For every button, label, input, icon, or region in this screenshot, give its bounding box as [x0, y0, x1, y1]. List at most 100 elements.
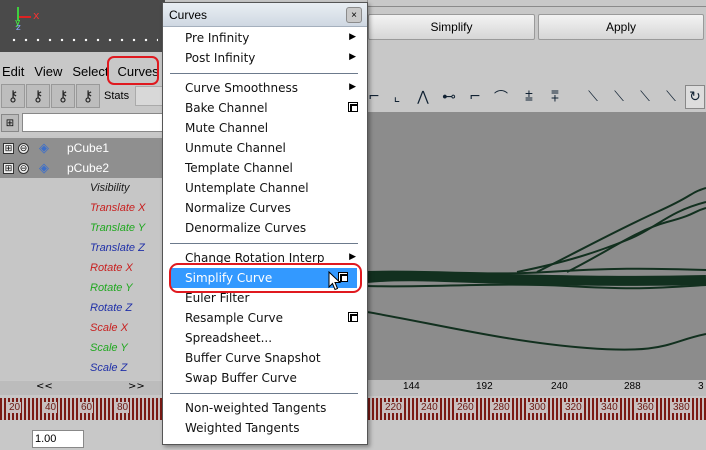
attribute-rotate-y[interactable]: Rotate Y — [90, 282, 133, 294]
menu-view[interactable]: View — [34, 64, 62, 79]
cube-icon: ◈ — [39, 140, 49, 155]
outliner-toolbar: ⚷ ⚷ ⚷ ⚷ Stats — [0, 84, 165, 110]
timeline-label: 240 — [420, 402, 439, 413]
attribute-rotate-x[interactable]: Rotate X — [90, 262, 133, 274]
menu-item-denormalize-curves[interactable]: Denormalize Curves — [163, 218, 367, 238]
stats-field[interactable] — [135, 86, 165, 106]
attribute-rotate-z[interactable]: Rotate Z — [90, 302, 132, 314]
filter-icon[interactable]: ⊞ — [1, 114, 19, 132]
menu-item-unmute-channel[interactable]: Unmute Channel — [163, 138, 367, 158]
ruler-tick: 192 — [476, 381, 493, 392]
menu-separator — [170, 393, 358, 394]
menu-item-label: Denormalize Curves — [185, 221, 307, 235]
key-tool-icon[interactable]: ⚷ — [1, 84, 25, 108]
object-row-pcube2[interactable]: ⊞ ⊖ ◈ pCube2 — [0, 158, 165, 178]
menu-item-swap-buffer-curve[interactable]: Swap Buffer Curve — [163, 368, 367, 388]
menu-item-label: Untemplate Channel — [185, 181, 309, 195]
outliner-nav-row: << >> — [0, 381, 165, 395]
expand-icon[interactable]: ⊞ — [3, 162, 14, 174]
apply-button[interactable]: Apply — [538, 14, 704, 40]
attribute-scale-x[interactable]: Scale X — [90, 322, 128, 334]
menu-item-label: Weighted Tangents — [185, 421, 300, 435]
stepped-tangent-icon[interactable]: ⌐ — [463, 85, 487, 109]
collapse-icon[interactable]: ⊖ — [18, 142, 29, 154]
cube-icon: ◈ — [39, 160, 49, 175]
attribute-translate-z[interactable]: Translate Z — [90, 242, 145, 254]
divider — [368, 6, 706, 7]
menu-item-weighted-tangents[interactable]: Weighted Tangents — [163, 418, 367, 438]
curves-menu-popup: Curves × Pre Infinity ▶ Post Infinity ▶ Curv… — [162, 2, 368, 445]
tangent-icon[interactable]: ⌐ — [367, 85, 381, 109]
submenu-arrow-icon: ▶ — [349, 82, 356, 92]
timeline-label: 220 — [384, 402, 403, 413]
free-weight-icon[interactable]: ⟍ — [607, 85, 631, 109]
menu-item-post-infinity[interactable]: Post Infinity ▶ — [163, 48, 367, 68]
refresh-icon[interactable]: ↻ — [685, 85, 705, 109]
attribute-translate-x[interactable]: Translate X — [90, 202, 145, 214]
outliner-filter-row: ⊞ — [0, 112, 165, 134]
lock-weight-icon[interactable]: ⟍ — [581, 85, 605, 109]
submenu-arrow-icon: ▶ — [349, 52, 356, 62]
popup-title-bar: Curves × — [163, 3, 367, 27]
menu-item-normalize-curves[interactable]: Normalize Curves — [163, 198, 367, 218]
menu-item-label: Resample Curve — [185, 311, 284, 325]
menu-item-mute-channel[interactable]: Mute Channel — [163, 118, 367, 138]
option-box-icon[interactable] — [348, 312, 358, 322]
viewport-thumbnail: x y z — [0, 0, 165, 52]
menu-item-label: Post Infinity — [185, 51, 256, 65]
menu-item-pre-infinity[interactable]: Pre Infinity ▶ — [163, 28, 367, 48]
object-row-pcube1[interactable]: ⊞ ⊖ ◈ pCube1 — [0, 138, 165, 158]
submenu-arrow-icon: ▶ — [349, 32, 356, 42]
curve-rising-2 — [536, 187, 706, 273]
ruler-tick: 288 — [624, 381, 641, 392]
axis-x-line — [19, 16, 31, 18]
attribute-scale-y[interactable]: Scale Y — [90, 342, 128, 354]
menu-item-label: Buffer Curve Snapshot — [185, 351, 321, 365]
curve-upper — [367, 267, 706, 275]
simplify-button[interactable]: Simplify — [368, 14, 535, 40]
close-icon[interactable]: × — [346, 7, 362, 23]
attribute-visibility[interactable]: Visibility — [90, 182, 130, 194]
timeline-label: 260 — [456, 402, 475, 413]
attribute-translate-y[interactable]: Translate Y — [90, 222, 145, 234]
start-time-field[interactable] — [32, 430, 84, 448]
curves-menu-highlight-ring — [107, 56, 159, 85]
menu-item-label: Curve Smoothness — [185, 81, 299, 95]
outliner-filter-input[interactable] — [22, 113, 165, 132]
add-key-icon[interactable]: ⚷ — [51, 84, 75, 108]
stats-label: Stats — [104, 90, 130, 102]
menu-item-spreadsheet[interactable]: Spreadsheet... — [163, 328, 367, 348]
menu-item-buffer-curve-snapshot[interactable]: Buffer Curve Snapshot — [163, 348, 367, 368]
menu-item-untemplate-channel[interactable]: Untemplate Channel — [163, 178, 367, 198]
nav-prev-button[interactable]: << — [36, 381, 53, 392]
spline-tangent-icon[interactable]: ⌞ — [385, 85, 409, 109]
object-name: pCube1 — [67, 141, 110, 155]
graph-canvas[interactable] — [367, 112, 706, 380]
menu-item-template-channel[interactable]: Template Channel — [163, 158, 367, 178]
linear-tangent-icon[interactable]: ⋀ — [411, 85, 435, 109]
curve-end-icon[interactable]: ⟍ — [659, 85, 683, 109]
option-box-icon[interactable] — [348, 102, 358, 112]
clamped-tangent-icon[interactable]: ⊷ — [437, 85, 461, 109]
attribute-scale-z[interactable]: Scale Z — [90, 362, 127, 374]
plateau-tangent-icon[interactable]: ⌒ — [489, 85, 513, 109]
menu-item-curve-smoothness[interactable]: Curve Smoothness ▶ — [163, 78, 367, 98]
menu-item-label: Bake Channel — [185, 101, 268, 115]
weighted-tangent-icon[interactable]: ⟍ — [633, 85, 657, 109]
timeline-label: 20 — [8, 402, 22, 413]
ruler-tick: 3 — [698, 381, 704, 392]
nav-next-button[interactable]: >> — [128, 381, 145, 392]
ruler-tick: 240 — [551, 381, 568, 392]
expand-icon[interactable]: ⊞ — [3, 142, 14, 154]
curve-falling — [367, 311, 706, 351]
remove-key-icon[interactable]: ⚷ — [26, 84, 50, 108]
menu-edit[interactable]: Edit — [2, 64, 24, 79]
unify-tangent-icon[interactable]: ⩱ — [543, 85, 567, 109]
menu-item-bake-channel[interactable]: Bake Channel — [163, 98, 367, 118]
menu-item-non-weighted-tangents[interactable]: Non-weighted Tangents — [163, 398, 367, 418]
key-options-icon[interactable]: ⚷ — [76, 84, 100, 108]
menu-select[interactable]: Select — [72, 64, 108, 79]
menu-item-resample-curve[interactable]: Resample Curve — [163, 308, 367, 328]
collapse-icon[interactable]: ⊖ — [18, 162, 29, 174]
break-tangent-icon[interactable]: ⩲ — [517, 85, 541, 109]
